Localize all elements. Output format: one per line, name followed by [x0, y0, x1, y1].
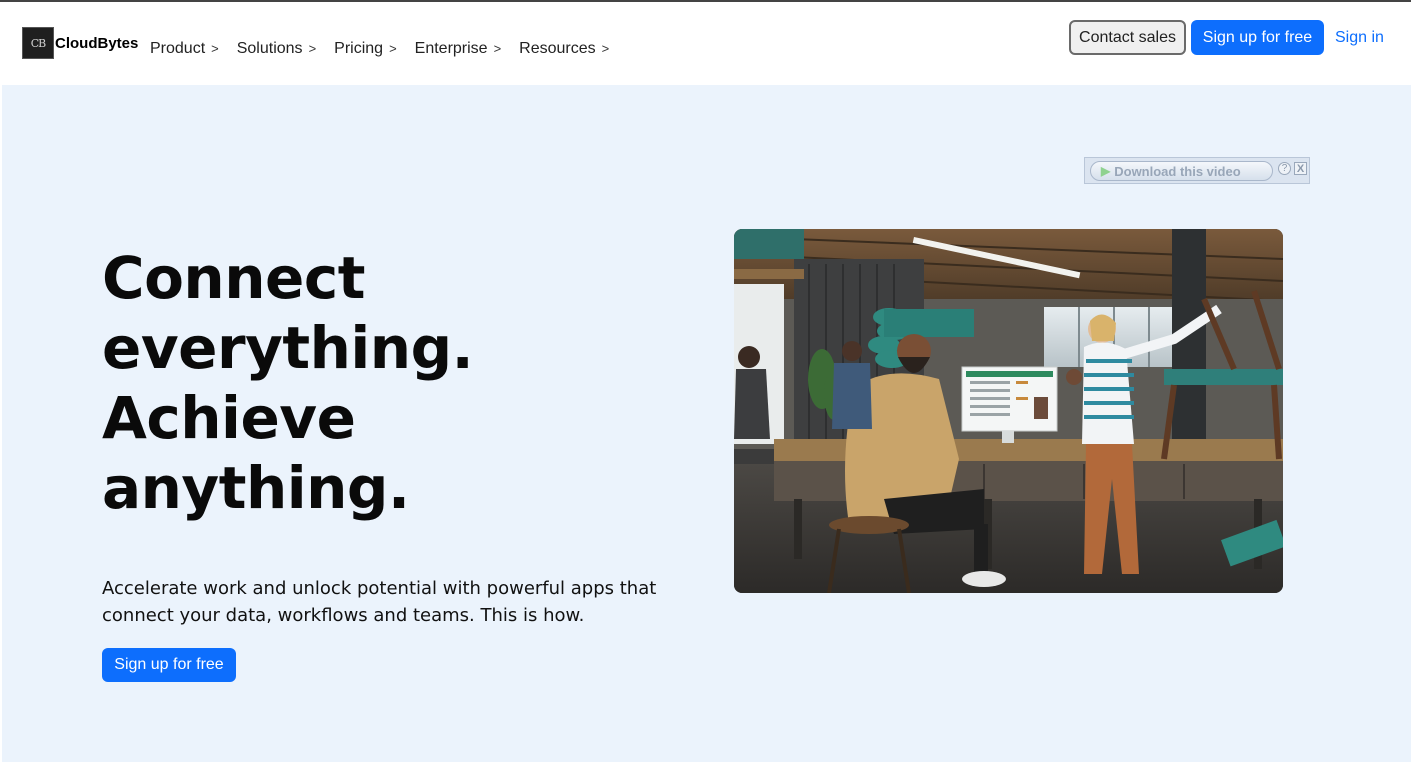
headline-line: everything.: [102, 314, 474, 382]
chevron-right-icon: >: [211, 41, 219, 56]
nav-item-label: Solutions: [236, 40, 303, 57]
nav-item-enterprise[interactable]: Enterprise >: [415, 40, 502, 58]
contact-sales-button[interactable]: Contact sales: [1069, 20, 1186, 55]
nav-item-label: Product: [150, 40, 206, 57]
main-nav: Product > Solutions > Pricing > Enterprise >…: [150, 40, 627, 58]
headline-line: Connect: [102, 244, 365, 312]
hero-headline: Connect everything. Achieve anything.: [102, 243, 662, 523]
play-icon: ▶: [1101, 164, 1111, 178]
logo-icon: CB: [22, 27, 54, 59]
nav-item-pricing[interactable]: Pricing >: [334, 40, 397, 58]
chevron-right-icon: >: [308, 41, 317, 56]
nav-item-solutions[interactable]: Solutions >: [237, 40, 316, 58]
signup-button-hero[interactable]: Sign up for free: [102, 648, 236, 682]
hero-subtext: Accelerate work and unlock potential wit…: [102, 578, 657, 626]
brand-name: CloudBytes: [55, 34, 139, 52]
signup-button-header[interactable]: Sign up for free: [1191, 20, 1324, 55]
chevron-right-icon: >: [601, 41, 610, 56]
headline-line: Achieve: [102, 384, 356, 452]
signin-link[interactable]: Sign in: [1335, 29, 1384, 47]
nav-item-label: Resources: [519, 40, 596, 57]
nav-item-resources[interactable]: Resources >: [519, 40, 609, 58]
close-icon[interactable]: X: [1294, 162, 1307, 175]
nav-item-label: Pricing: [334, 40, 384, 57]
nav-item-label: Enterprise: [414, 40, 488, 57]
help-icon[interactable]: ?: [1278, 162, 1291, 175]
nav-item-product[interactable]: Product >: [150, 40, 219, 58]
hero-image: [734, 229, 1283, 593]
chevron-right-icon: >: [493, 41, 502, 56]
chevron-right-icon: >: [389, 41, 397, 56]
download-video-button[interactable]: ▶ Download this video: [1090, 161, 1273, 181]
brand[interactable]: CB CloudBytes: [22, 27, 138, 59]
headline-line: anything.: [102, 454, 410, 522]
download-video-label: Download this video: [1114, 163, 1241, 179]
